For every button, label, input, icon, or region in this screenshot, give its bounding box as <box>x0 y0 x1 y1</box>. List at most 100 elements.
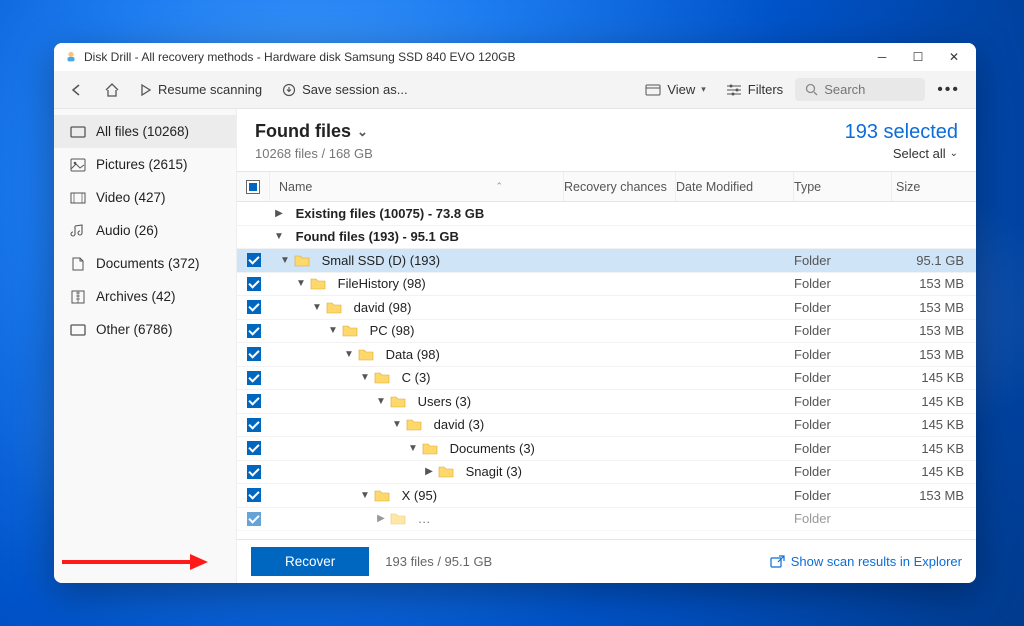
page-title: Found files ⌄ <box>255 121 373 142</box>
tree-row[interactable]: ▶ Snagit (3) Folder145 KB <box>237 461 976 485</box>
sidebar: All files (10268) Pictures (2615) Video (4… <box>54 109 237 583</box>
sidebar-item-label: Other (6786) <box>96 322 173 337</box>
back-button[interactable] <box>62 80 92 100</box>
save-session-button[interactable]: Save session as... <box>274 78 416 101</box>
header-checkbox[interactable] <box>237 172 270 201</box>
tree-row[interactable]: ▶ …Folder <box>237 508 976 532</box>
row-checkbox[interactable] <box>237 465 270 479</box>
chevron-down-icon[interactable]: ⌄ <box>357 124 368 140</box>
row-name: FileHistory (98) <box>338 276 426 291</box>
sidebar-item-archives[interactable]: Archives (42) <box>54 280 236 313</box>
file-grid[interactable]: ▶ Existing files (10075) - 73.8 GB▼ Foun… <box>237 202 976 539</box>
column-headers: Name⌃ Recovery chances Date Modified Typ… <box>237 171 976 202</box>
expand-icon[interactable]: ▼ <box>296 278 306 289</box>
section-row[interactable]: ▼ Found files (193) - 95.1 GB <box>237 226 976 250</box>
row-checkbox[interactable] <box>237 300 270 314</box>
app-logo-icon <box>64 50 78 64</box>
maximize-button[interactable]: ☐ <box>900 43 936 71</box>
expand-icon[interactable]: ▼ <box>328 325 338 336</box>
row-size: 145 KB <box>892 464 976 479</box>
tree-row[interactable]: ▼ Data (98)Folder153 MB <box>237 343 976 367</box>
main-panel: Found files ⌄ 10268 files / 168 GB 193 s… <box>237 109 976 583</box>
tree-row[interactable]: ▼ X (95)Folder153 MB <box>237 484 976 508</box>
show-in-explorer-link[interactable]: Show scan results in Explorer <box>770 554 962 569</box>
row-type: Folder <box>794 347 892 362</box>
sidebar-item-allfiles[interactable]: All files (10268) <box>54 115 236 148</box>
expand-icon[interactable]: ▼ <box>392 419 402 430</box>
row-size: 95.1 GB <box>892 253 976 268</box>
section-label: Found files (193) - 95.1 GB <box>296 229 459 244</box>
tree-row[interactable]: ▼ Users (3)Folder145 KB <box>237 390 976 414</box>
expand-icon[interactable]: ▼ <box>408 443 418 454</box>
page-subtitle: 10268 files / 168 GB <box>255 146 373 161</box>
folder-icon <box>294 254 310 267</box>
row-type: Folder <box>794 464 892 479</box>
tree-row[interactable]: ▼ Documents (3)Folder145 KB <box>237 437 976 461</box>
sidebar-item-other[interactable]: Other (6786) <box>54 313 236 346</box>
select-all-button[interactable]: Select all ⌄ <box>845 146 958 161</box>
search-box[interactable] <box>795 78 925 101</box>
toolbar: Resume scanning Save session as... View … <box>54 71 976 109</box>
footer: Recover 193 files / 95.1 GB Show scan re… <box>237 539 976 583</box>
main-header: Found files ⌄ 10268 files / 168 GB 193 s… <box>237 109 976 171</box>
titlebar: Disk Drill - All recovery methods - Hard… <box>54 43 976 71</box>
home-button[interactable] <box>96 79 128 101</box>
column-type[interactable]: Type <box>794 172 892 201</box>
sidebar-item-video[interactable]: Video (427) <box>54 181 236 214</box>
row-type: Folder <box>794 417 892 432</box>
expand-icon[interactable]: ▼ <box>344 349 354 360</box>
folder-icon <box>422 442 438 455</box>
row-checkbox[interactable] <box>237 324 270 338</box>
row-checkbox[interactable] <box>237 371 270 385</box>
expand-icon[interactable]: ▼ <box>376 396 386 407</box>
tree-row[interactable]: ▼ C (3)Folder145 KB <box>237 367 976 391</box>
sidebar-item-label: Pictures (2615) <box>96 157 188 172</box>
recover-button[interactable]: Recover <box>251 547 369 576</box>
column-size[interactable]: Size <box>892 172 976 201</box>
row-size: 145 KB <box>892 417 976 432</box>
more-button[interactable]: ••• <box>929 81 968 99</box>
column-date[interactable]: Date Modified <box>676 172 794 201</box>
row-checkbox[interactable] <box>237 441 270 455</box>
expand-icon[interactable]: ▼ <box>360 372 370 383</box>
row-type: Folder <box>794 253 892 268</box>
tree-row[interactable]: ▼ david (3)Folder145 KB <box>237 414 976 438</box>
expand-icon[interactable]: ▼ <box>312 302 322 313</box>
expand-icon[interactable]: ▼ <box>280 255 290 266</box>
sidebar-item-label: Video (427) <box>96 190 166 205</box>
row-checkbox[interactable] <box>237 347 270 361</box>
filters-button[interactable]: Filters <box>718 78 791 101</box>
row-size: 153 MB <box>892 276 976 291</box>
expand-icon[interactable]: ▼ <box>360 490 370 501</box>
row-checkbox[interactable] <box>237 418 270 432</box>
row-name: Small SSD (D) (193) <box>322 253 440 268</box>
minimize-button[interactable]: ─ <box>864 43 900 71</box>
search-input[interactable] <box>824 82 904 97</box>
close-button[interactable]: ✕ <box>936 43 972 71</box>
folder-icon <box>374 489 390 502</box>
row-checkbox[interactable] <box>237 253 270 267</box>
sidebar-item-audio[interactable]: Audio (26) <box>54 214 236 247</box>
row-checkbox[interactable] <box>237 277 270 291</box>
row-checkbox[interactable] <box>237 394 270 408</box>
tree-row[interactable]: ▼ Small SSD (D) (193) Folder95.1 GB <box>237 249 976 273</box>
expand-icon[interactable]: ▶ <box>424 466 434 477</box>
folder-icon <box>358 348 374 361</box>
expand-icon[interactable]: ▼ <box>274 231 284 242</box>
row-checkbox[interactable] <box>237 488 270 502</box>
row-type: Folder <box>794 394 892 409</box>
tree-row[interactable]: ▼ PC (98)Folder153 MB <box>237 320 976 344</box>
section-label: Existing files (10075) - 73.8 GB <box>296 206 485 221</box>
section-row[interactable]: ▶ Existing files (10075) - 73.8 GB <box>237 202 976 226</box>
tree-row[interactable]: ▼ david (98)Folder153 MB <box>237 296 976 320</box>
expand-icon[interactable]: ▶ <box>274 208 284 219</box>
row-name: Snagit (3) <box>466 464 522 479</box>
view-dropdown[interactable]: View ▾ <box>637 78 713 101</box>
column-name[interactable]: Name⌃ <box>270 172 564 201</box>
sidebar-item-docs[interactable]: Documents (372) <box>54 247 236 280</box>
row-size: 153 MB <box>892 323 976 338</box>
resume-scanning-button[interactable]: Resume scanning <box>132 78 270 101</box>
column-recovery[interactable]: Recovery chances <box>564 172 676 201</box>
sidebar-item-pictures[interactable]: Pictures (2615) <box>54 148 236 181</box>
tree-row[interactable]: ▼ FileHistory (98)Folder153 MB <box>237 273 976 297</box>
